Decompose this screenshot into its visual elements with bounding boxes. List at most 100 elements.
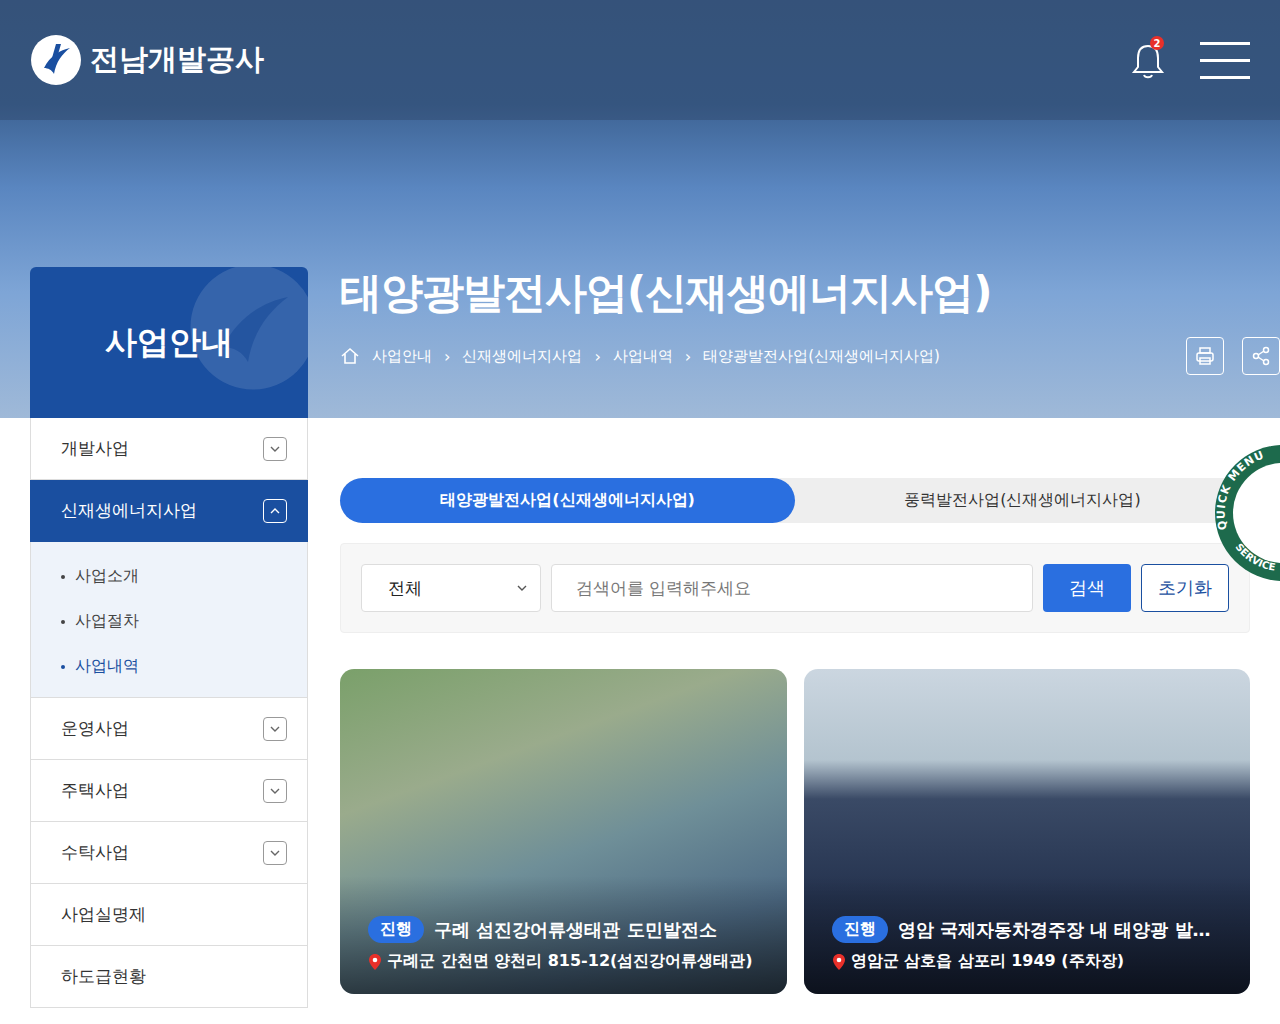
top-bar: 전남개발공사 2 bbox=[0, 0, 1280, 120]
breadcrumb-item[interactable]: 신재생에너지사업 bbox=[462, 347, 582, 366]
sidebar-subitem[interactable]: 사업내역 bbox=[61, 644, 277, 689]
content: 태양광발전사업(신재생에너지사업)풍력발전사업(신재생에너지사업) 전체 검색초기화… bbox=[340, 418, 1250, 1008]
location-text: 영암군 삼호읍 삼포리 1949 (주차장) bbox=[851, 951, 1124, 972]
share-icon bbox=[1250, 345, 1272, 367]
sidebar-item[interactable]: 개발사업 bbox=[30, 418, 308, 480]
tools bbox=[1186, 337, 1280, 375]
sidebar: 개발사업신재생에너지사업사업소개사업절차사업내역운영사업주택사업수탁사업사업실명… bbox=[30, 418, 308, 1008]
quick-menu[interactable]: QUICK MENU SERVICE bbox=[1213, 443, 1280, 583]
project-card[interactable]: 진행 구례 섬진강어류생태관 도민발전소구례군 간천면 양천리 815-12(섬진… bbox=[340, 669, 787, 994]
card-title: 구례 섬진강어류생태관 도민발전소 bbox=[434, 918, 717, 942]
chevron-box bbox=[263, 437, 287, 461]
sidebar-item[interactable]: 운영사업 bbox=[30, 698, 308, 760]
home-icon[interactable] bbox=[340, 346, 360, 366]
card-location: 구례군 간천면 양천리 815-12(섬진강어류생태관) bbox=[368, 951, 767, 972]
filter-value: 전체 bbox=[388, 577, 422, 600]
svg-text:QUICK MENU: QUICK MENU bbox=[1215, 448, 1267, 531]
chevron-box bbox=[263, 841, 287, 865]
page-title: 태양광발전사업(신재생에너지사업) bbox=[340, 265, 1280, 321]
sidebar-item[interactable]: 수탁사업 bbox=[30, 822, 308, 884]
breadcrumb-separator: › bbox=[594, 347, 600, 366]
card-info: 진행 영암 국제자동차경주장 내 태양광 발… 영암군 삼호읍 삼포리 1949 (… bbox=[804, 876, 1251, 994]
sidebar-label: 운영사업 bbox=[61, 717, 129, 740]
sidebar-label: 사업실명제 bbox=[61, 903, 146, 926]
chevron-box bbox=[263, 779, 287, 803]
status-badge: 진행 bbox=[368, 916, 424, 943]
print-icon bbox=[1194, 345, 1216, 367]
print-button[interactable] bbox=[1186, 337, 1224, 375]
section-title-box: 사업안내 bbox=[30, 267, 308, 418]
chevron-box bbox=[263, 499, 287, 523]
chevron-icon bbox=[269, 723, 281, 735]
sidebar-item[interactable]: 신재생에너지사업 bbox=[30, 480, 308, 542]
title-area: 태양광발전사업(신재생에너지사업) 사업안내 › 신재생에너지사업 › 사업내역 › 태양광발… bbox=[340, 267, 1280, 418]
dropdown-icon bbox=[516, 582, 528, 594]
menu-bar bbox=[1200, 76, 1250, 79]
sidebar-sublist: 사업소개사업절차사업내역 bbox=[30, 542, 308, 698]
sidebar-group: 수탁사업 bbox=[30, 822, 308, 884]
chevron-icon bbox=[269, 443, 281, 455]
logo-text: 전남개발공사 bbox=[90, 40, 264, 80]
pin-icon bbox=[832, 953, 846, 971]
subitem-label: 사업절차 bbox=[75, 611, 139, 632]
sidebar-item[interactable]: 사업실명제 bbox=[30, 884, 308, 946]
sidebar-label: 하도급현황 bbox=[61, 965, 146, 988]
hero-bottom: 사업안내태양광발전사업(신재생에너지사업)사업안내›신재생에너지사업›사업내역›… bbox=[0, 267, 1280, 418]
logo-icon bbox=[30, 34, 82, 86]
quick-menu-badge: QUICK MENU SERVICE bbox=[1213, 443, 1280, 583]
location-text: 구례군 간천면 양천리 815-12(섬진강어류생태관) bbox=[387, 951, 753, 972]
sidebar-subitem[interactable]: 사업절차 bbox=[61, 599, 277, 644]
breadcrumb-item[interactable]: 사업안내 bbox=[372, 347, 432, 366]
section-title: 사업안내 bbox=[105, 321, 233, 365]
subitem-label: 사업소개 bbox=[75, 566, 139, 587]
search-button[interactable]: 검색 bbox=[1043, 564, 1131, 612]
status-badge: 진행 bbox=[832, 916, 888, 943]
breadcrumb-separator: › bbox=[444, 347, 450, 366]
tab[interactable]: 풍력발전사업(신재생에너지사업) bbox=[795, 478, 1250, 523]
sidebar-group: 사업실명제 bbox=[30, 884, 308, 946]
logo[interactable]: 전남개발공사 bbox=[30, 34, 264, 86]
tab[interactable]: 태양광발전사업(신재생에너지사업) bbox=[340, 478, 795, 523]
sidebar-group: 운영사업 bbox=[30, 698, 308, 760]
top-actions: 2 bbox=[1130, 40, 1250, 80]
chevron-icon bbox=[269, 505, 281, 517]
breadcrumb-item[interactable]: 사업내역 bbox=[613, 347, 673, 366]
search-input[interactable] bbox=[551, 564, 1033, 612]
reset-button[interactable]: 초기화 bbox=[1141, 564, 1229, 612]
card-location: 영암군 삼호읍 삼포리 1949 (주차장) bbox=[832, 951, 1231, 972]
subitem-label: 사업내역 bbox=[75, 656, 139, 677]
sidebar-group: 개발사업 bbox=[30, 418, 308, 480]
page: 전남개발공사2사업안내태양광발전사업(신재생에너지사업)사업안내›신재생에너지사… bbox=[0, 0, 1280, 1024]
chevron-icon bbox=[269, 785, 281, 797]
sidebar-item[interactable]: 주택사업 bbox=[30, 760, 308, 822]
menu-button[interactable] bbox=[1200, 42, 1250, 79]
card-title-row: 진행 영암 국제자동차경주장 내 태양광 발… bbox=[832, 916, 1231, 943]
sidebar-label: 신재생에너지사업 bbox=[61, 499, 197, 522]
breadcrumb-item[interactable]: 태양광발전사업(신재생에너지사업) bbox=[703, 347, 940, 366]
sidebar-label: 주택사업 bbox=[61, 779, 129, 802]
card-title-row: 진행 구례 섬진강어류생태관 도민발전소 bbox=[368, 916, 767, 943]
card-title: 영암 국제자동차경주장 내 태양광 발… bbox=[898, 918, 1211, 942]
chevron-icon bbox=[269, 847, 281, 859]
menu-bar bbox=[1200, 42, 1250, 45]
sidebar-group: 주택사업 bbox=[30, 760, 308, 822]
sidebar-group: 하도급현황 bbox=[30, 946, 308, 1008]
share-button[interactable] bbox=[1242, 337, 1280, 375]
tabs: 태양광발전사업(신재생에너지사업)풍력발전사업(신재생에너지사업) bbox=[340, 478, 1250, 523]
svg-text:SERVICE: SERVICE bbox=[1233, 541, 1276, 572]
notification-button[interactable]: 2 bbox=[1130, 40, 1166, 80]
sidebar-item[interactable]: 하도급현황 bbox=[30, 946, 308, 1008]
bullet bbox=[61, 620, 65, 624]
sidebar-subitem[interactable]: 사업소개 bbox=[61, 554, 277, 599]
notification-badge: 2 bbox=[1150, 36, 1164, 50]
main: 개발사업신재생에너지사업사업소개사업절차사업내역운영사업주택사업수탁사업사업실명… bbox=[0, 418, 1280, 1008]
card-info: 진행 구례 섬진강어류생태관 도민발전소구례군 간천면 양천리 815-12(섬진… bbox=[340, 876, 787, 994]
menu-bar bbox=[1200, 59, 1250, 62]
pin-icon bbox=[368, 953, 382, 971]
project-card[interactable]: 진행 영암 국제자동차경주장 내 태양광 발… 영암군 삼호읍 삼포리 1949 (… bbox=[804, 669, 1251, 994]
filter-select[interactable]: 전체 bbox=[361, 564, 541, 612]
breadcrumb-separator: › bbox=[685, 347, 691, 366]
chevron-box bbox=[263, 717, 287, 741]
sidebar-label: 수탁사업 bbox=[61, 841, 129, 864]
search-panel: 전체 검색초기화 bbox=[340, 543, 1250, 633]
